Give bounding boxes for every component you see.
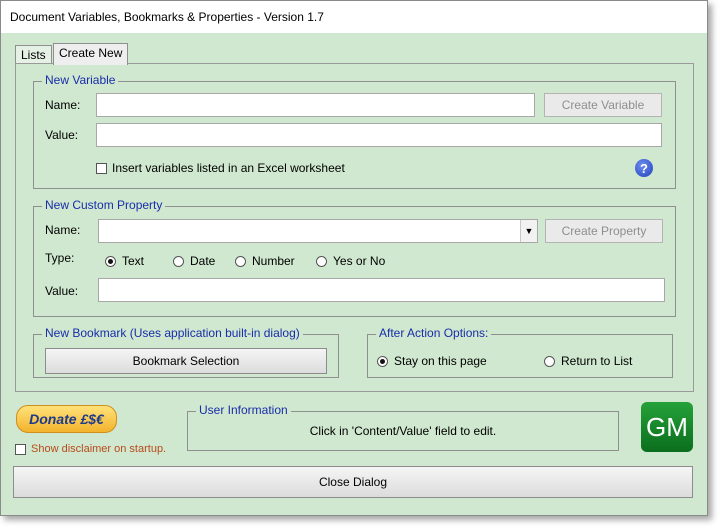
type-radio-text[interactable]: Text bbox=[105, 254, 144, 268]
radio-stay[interactable] bbox=[377, 355, 388, 367]
radio-text[interactable] bbox=[105, 255, 116, 267]
property-name-combobox[interactable]: ▼ bbox=[98, 219, 538, 243]
variable-value-input[interactable] bbox=[96, 123, 662, 147]
create-variable-button[interactable]: Create Variable bbox=[544, 93, 662, 117]
tab-panel-create-new: New Variable Name: Create Variable Value… bbox=[15, 63, 694, 392]
radio-return[interactable] bbox=[544, 355, 555, 367]
type-radio-yes-no[interactable]: Yes or No bbox=[316, 254, 385, 268]
new-variable-group: New Variable Name: Create Variable Value… bbox=[33, 73, 676, 189]
type-yes-no-label: Yes or No bbox=[333, 254, 386, 268]
title-bar: Document Variables, Bookmarks & Properti… bbox=[1, 1, 707, 33]
property-name-label: Name: bbox=[45, 223, 81, 237]
excel-checkbox-label: Insert variables listed in an Excel work… bbox=[112, 161, 345, 175]
disclaimer-label: Show disclaimer on startup. bbox=[31, 443, 167, 455]
user-information-legend: User Information bbox=[196, 403, 291, 417]
property-type-label: Type: bbox=[45, 251, 75, 265]
dialog-window: Document Variables, Bookmarks & Properti… bbox=[0, 0, 708, 516]
user-information-text: Click in 'Content/Value' field to edit. bbox=[309, 424, 497, 438]
new-custom-property-group: New Custom Property Name: ▼ Create Prope… bbox=[33, 198, 676, 317]
bookmark-selection-button[interactable]: Bookmark Selection bbox=[45, 348, 327, 374]
radio-yes-no[interactable] bbox=[316, 255, 327, 267]
disclaimer-checkbox-row[interactable]: Show disclaimer on startup. bbox=[15, 443, 166, 455]
new-bookmark-legend: New Bookmark (Uses application built-in … bbox=[42, 326, 303, 340]
return-label: Return to List bbox=[561, 354, 633, 368]
variable-name-label: Name: bbox=[45, 98, 81, 112]
new-custom-property-legend: New Custom Property bbox=[42, 198, 166, 212]
type-date-label: Date bbox=[190, 254, 216, 268]
after-action-group: After Action Options: Stay on this page … bbox=[367, 326, 673, 378]
after-action-stay[interactable]: Stay on this page bbox=[377, 354, 487, 368]
radio-number[interactable] bbox=[235, 255, 246, 267]
variable-name-input[interactable] bbox=[96, 93, 535, 117]
donate-button[interactable]: Donate £$€ bbox=[16, 405, 117, 433]
excel-checkbox-row[interactable]: Insert variables listed in an Excel work… bbox=[96, 161, 345, 175]
after-action-legend: After Action Options: bbox=[376, 326, 492, 340]
after-action-return[interactable]: Return to List bbox=[544, 354, 632, 368]
help-icon[interactable]: ? bbox=[635, 159, 653, 177]
window-title: Document Variables, Bookmarks & Properti… bbox=[10, 10, 324, 24]
close-dialog-button[interactable]: Close Dialog bbox=[13, 466, 693, 498]
type-number-label: Number bbox=[252, 254, 295, 268]
property-value-label: Value: bbox=[45, 284, 79, 298]
tab-create-new[interactable]: Create New bbox=[53, 43, 129, 65]
new-variable-legend: New Variable bbox=[42, 73, 119, 87]
type-radio-date[interactable]: Date bbox=[173, 254, 215, 268]
radio-date[interactable] bbox=[173, 255, 184, 267]
new-bookmark-group: New Bookmark (Uses application built-in … bbox=[33, 326, 339, 378]
tab-lists[interactable]: Lists bbox=[15, 45, 52, 65]
user-information-group: User Information Click in 'Content/Value… bbox=[187, 403, 619, 451]
excel-checkbox[interactable] bbox=[96, 162, 107, 174]
property-value-input[interactable] bbox=[98, 278, 665, 302]
type-radio-number[interactable]: Number bbox=[235, 254, 295, 268]
disclaimer-checkbox[interactable] bbox=[15, 443, 26, 455]
chevron-down-icon[interactable]: ▼ bbox=[520, 220, 537, 242]
create-property-button[interactable]: Create Property bbox=[545, 219, 663, 243]
variable-value-label: Value: bbox=[45, 128, 79, 142]
type-text-label: Text bbox=[122, 254, 145, 268]
gm-logo: GM bbox=[641, 402, 693, 452]
stay-label: Stay on this page bbox=[394, 354, 487, 368]
